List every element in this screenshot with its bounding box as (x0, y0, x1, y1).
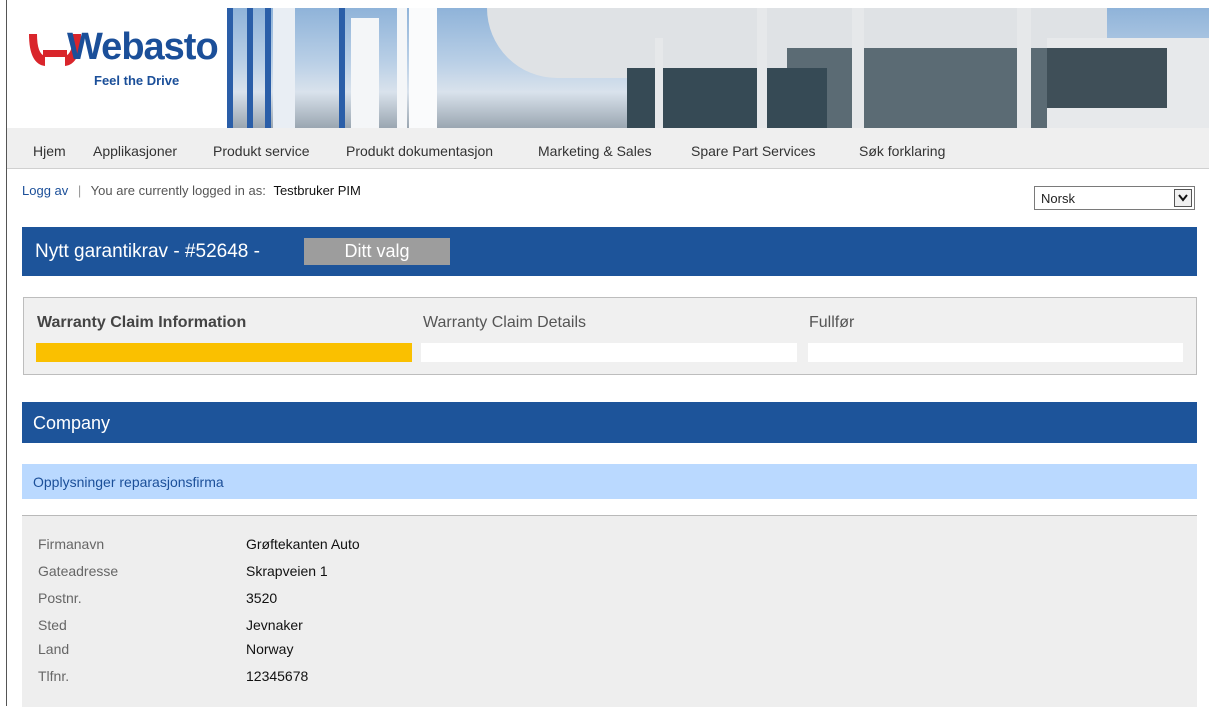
subsection-title: Opplysninger reparasjonsfirma (33, 474, 224, 490)
page-title: Nytt garantikrav - #52648 - (35, 241, 260, 262)
field-value: Grøftekanten Auto (246, 536, 360, 552)
field-value: 3520 (246, 590, 278, 606)
step-bar-finish (808, 343, 1183, 362)
chevron-down-icon[interactable] (1174, 189, 1192, 207)
field-value: Jevnaker (246, 617, 303, 633)
logout-link[interactable]: Logg av (22, 183, 68, 198)
step-bar-information (36, 343, 412, 362)
header-banner: Webasto Feel the Drive (7, 8, 1209, 128)
choice-badge: Ditt valg (304, 238, 450, 265)
logged-in-label: You are currently logged in as: (90, 183, 266, 198)
company-section-header: Company (22, 402, 1197, 443)
info-row-firmanavn: Firmanavn Grøftekanten Auto (38, 536, 638, 556)
field-value: Skrapveien 1 (246, 563, 328, 579)
field-label: Postnr. (38, 590, 82, 606)
progress-steps: Warranty Claim Information Warranty Clai… (23, 297, 1197, 375)
user-name: Testbruker PIM (273, 183, 361, 198)
nav-item-produkt-dokumentasjon[interactable]: Produkt dokumentasjon (346, 143, 493, 159)
session-info: Logg av | You are currently logged in as… (22, 183, 361, 198)
field-value: Norway (246, 641, 294, 657)
info-row-tlfnr: Tlfnr. 12345678 (38, 668, 638, 688)
logo-slogan: Feel the Drive (94, 73, 180, 88)
step-label-finish: Fullfør (809, 314, 855, 331)
field-label: Tlfnr. (38, 668, 70, 684)
info-row-gateadresse: Gateadresse Skrapveien 1 (38, 563, 638, 583)
step-bar-details (421, 343, 797, 362)
info-row-sted: Sted Jevnaker (38, 617, 638, 637)
language-select[interactable]: Norsk (1034, 186, 1195, 210)
logo-text: Webasto (67, 26, 219, 68)
logo[interactable]: Webasto Feel the Drive (17, 8, 227, 128)
repair-firm-subheader: Opplysninger reparasjonsfirma (22, 464, 1197, 499)
main-nav: Hjem Applikasjoner Produkt service Produ… (7, 128, 1209, 169)
field-value: 12345678 (246, 668, 309, 684)
field-label: Gateadresse (38, 563, 119, 579)
header-photo (227, 8, 1209, 128)
nav-item-hjem[interactable]: Hjem (33, 143, 66, 159)
step-label-details: Warranty Claim Details (423, 314, 586, 331)
field-label: Sted (38, 617, 67, 633)
nav-item-spare-part-services[interactable]: Spare Part Services (691, 143, 816, 159)
info-row-postnr: Postnr. 3520 (38, 590, 638, 610)
nav-item-sok-forklaring[interactable]: Søk forklaring (859, 143, 945, 159)
step-label-information: Warranty Claim Information (37, 314, 247, 331)
nav-item-marketing-sales[interactable]: Marketing & Sales (538, 143, 652, 159)
section-title: Company (33, 413, 111, 433)
language-selected-value: Norsk (1041, 191, 1075, 206)
nav-item-applikasjoner[interactable]: Applikasjoner (93, 143, 177, 159)
claim-title-bar: Nytt garantikrav - #52648 - Ditt valg (22, 227, 1197, 276)
nav-item-produkt-service[interactable]: Produkt service (213, 143, 309, 159)
field-label: Land (38, 641, 70, 657)
separator: | (77, 183, 82, 198)
info-row-land: Land Norway (38, 641, 638, 661)
field-label: Firmanavn (38, 536, 105, 552)
company-info: Firmanavn Grøftekanten Auto Gateadresse … (22, 515, 1197, 707)
